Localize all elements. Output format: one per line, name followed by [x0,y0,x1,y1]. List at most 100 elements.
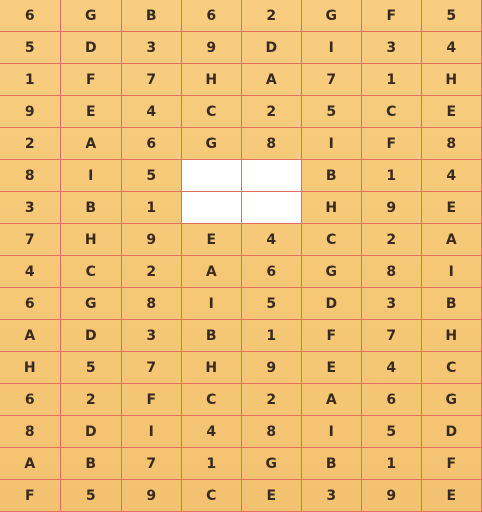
grid-cell: 2 [61,384,122,416]
blank-cell[interactable] [242,192,302,224]
grid-cell: 3 [0,192,61,224]
grid-cell: E [422,480,482,512]
grid-cell: G [242,448,302,480]
grid-cell: B [61,448,122,480]
grid-row: H57H9E4C [0,352,482,384]
grid-cell: E [422,96,482,128]
grid-cell: 5 [422,0,482,32]
blank-cell[interactable] [242,160,302,192]
grid-row: F59CE39E [0,480,482,512]
grid-row: 1F7HA71H [0,64,482,96]
grid-cell: 9 [362,480,422,512]
grid-cell: G [182,128,242,160]
grid-row: AD3B1F7H [0,320,482,352]
grid-cell: 7 [302,64,362,96]
grid-cell: H [182,352,242,384]
grid-cell: I [302,32,362,64]
grid-cell: 6 [242,256,302,288]
grid-cell: 4 [0,256,61,288]
grid-cell: 1 [362,160,422,192]
grid-cell: C [422,352,482,384]
grid-cell: 8 [242,128,302,160]
grid-row: 3B1 H9E [0,192,482,224]
grid-cell: 1 [242,320,302,352]
grid-row: 7H9E4C2A [0,224,482,256]
grid-cell: 6 [0,384,61,416]
grid-cell: 8 [422,128,482,160]
grid-cell: 8 [242,416,302,448]
grid-cell: I [302,128,362,160]
grid-cell: H [0,352,61,384]
grid-cell: 3 [122,32,182,64]
grid-cell: 2 [242,96,302,128]
grid-row: 6G8I5D3B [0,288,482,320]
grid-cell: A [242,64,302,96]
grid-cell: E [61,96,122,128]
grid-cell: F [61,64,122,96]
grid-cell: H [422,64,482,96]
grid-cell: B [422,288,482,320]
grid-cell: 1 [0,64,61,96]
grid-cell: 9 [122,224,182,256]
grid-cell: 5 [61,352,122,384]
grid-cell: 6 [0,0,61,32]
grid-cell: D [61,32,122,64]
grid-cell: D [61,320,122,352]
grid-cell: 2 [242,0,302,32]
grid-cell: I [182,288,242,320]
grid-cell: 4 [242,224,302,256]
grid-cell: 6 [182,0,242,32]
grid-cell: E [182,224,242,256]
grid-cell: 8 [0,160,61,192]
grid-cell: 8 [122,288,182,320]
blank-cell[interactable] [182,160,242,192]
grid-cell: 4 [422,32,482,64]
grid-cell: I [302,416,362,448]
grid-cell: G [302,0,362,32]
grid-cell: D [302,288,362,320]
grid-cell: 7 [0,224,61,256]
grid-cell: 7 [122,448,182,480]
grid-cell: B [61,192,122,224]
grid-cell: 8 [362,256,422,288]
grid-cell: 9 [182,32,242,64]
grid-cell: 5 [0,32,61,64]
grid-cell: 5 [362,416,422,448]
grid-cell: G [61,288,122,320]
grid-cell: 9 [122,480,182,512]
grid-cell: 4 [422,160,482,192]
puzzle-grid: 6GB62GF55D39DI341F7HA71H9E4C25CE2A6G8IF8… [0,0,482,512]
grid-cell: A [422,224,482,256]
grid-row: 2A6G8IF8 [0,128,482,160]
grid-cell: 4 [122,96,182,128]
grid-cell: I [122,416,182,448]
blank-cell[interactable] [182,192,242,224]
grid-cell: 7 [122,64,182,96]
grid-cell: B [302,160,362,192]
grid-cell: F [0,480,61,512]
grid-cell: H [182,64,242,96]
grid-row: 8DI48I5D [0,416,482,448]
grid-cell: 5 [61,480,122,512]
grid-cell: 3 [362,288,422,320]
grid-cell: D [242,32,302,64]
grid-cell: 2 [362,224,422,256]
grid-cell: 7 [362,320,422,352]
grid-cell: G [302,256,362,288]
grid-cell: B [122,0,182,32]
grid-cell: 9 [0,96,61,128]
grid-cell: 9 [362,192,422,224]
grid-cell: C [182,96,242,128]
grid-cell: C [182,384,242,416]
grid-cell: 8 [0,416,61,448]
grid-cell: 2 [122,256,182,288]
grid-cell: 6 [362,384,422,416]
grid-cell: A [302,384,362,416]
grid-cell: I [61,160,122,192]
grid-cell: 1 [362,448,422,480]
grid-cell: H [422,320,482,352]
grid-cell: 1 [122,192,182,224]
grid-cell: C [362,96,422,128]
grid-cell: 9 [242,352,302,384]
grid-cell: F [362,0,422,32]
